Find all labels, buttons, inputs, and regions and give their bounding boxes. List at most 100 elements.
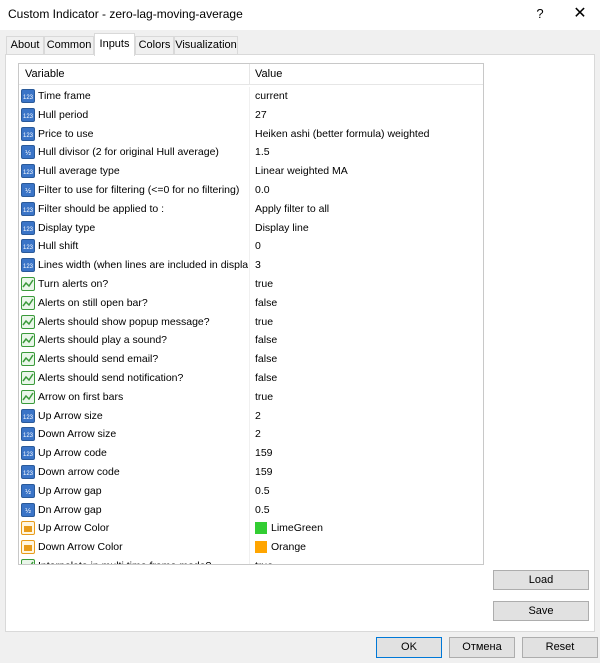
reset-button[interactable]: Reset	[522, 637, 598, 658]
bool-icon	[21, 333, 35, 348]
table-row[interactable]: 123 Hull shift 0	[19, 237, 483, 257]
table-row[interactable]: 123 Hull average type Linear weighted MA	[19, 162, 483, 181]
tab-inputs[interactable]: Inputs	[94, 33, 135, 56]
variable-value[interactable]: 0.5	[255, 504, 270, 516]
variable-name: Up Arrow code	[38, 447, 107, 460]
row-divider	[249, 350, 250, 369]
variable-value[interactable]: current	[255, 90, 288, 102]
table-row[interactable]: Down Arrow Color Orange	[19, 538, 483, 557]
variable-value[interactable]: true	[255, 391, 273, 403]
tab-colors[interactable]: Colors	[135, 36, 174, 54]
row-divider	[249, 462, 250, 482]
variable-value[interactable]: false	[255, 372, 277, 384]
variable-value[interactable]: true	[255, 316, 273, 328]
table-row[interactable]: 123 Hull period 27	[19, 105, 483, 125]
variable-value[interactable]: Heiken ashi (better formula) weighted	[255, 128, 430, 140]
variable-value[interactable]: 2	[255, 428, 261, 440]
int-icon: 123	[21, 164, 35, 179]
table-row[interactable]: Alerts should send email? false	[19, 350, 483, 369]
column-header-variable[interactable]: Variable	[25, 68, 65, 80]
table-row[interactable]: Alerts should send notification? false	[19, 368, 483, 388]
variable-value[interactable]: 0	[255, 240, 261, 252]
table-row[interactable]: 123 Down Arrow size 2	[19, 425, 483, 445]
variable-name: Dn Arrow gap	[38, 503, 102, 516]
row-divider	[249, 481, 250, 501]
variable-value[interactable]: Orange	[271, 541, 306, 553]
close-icon[interactable]: ✕	[560, 0, 600, 30]
column-divider[interactable]	[249, 64, 250, 84]
variable-value[interactable]: false	[255, 297, 277, 309]
table-row[interactable]: 123 Price to use Heiken ashi (better formu…	[19, 124, 483, 144]
variable-value[interactable]: false	[255, 353, 277, 365]
svg-text:½: ½	[25, 187, 31, 195]
row-divider	[249, 237, 250, 257]
variable-value[interactable]: 0.5	[255, 485, 270, 497]
variable-value[interactable]: Linear weighted MA	[255, 165, 348, 177]
help-icon[interactable]: ?	[520, 0, 560, 30]
column-header-value[interactable]: Value	[255, 68, 282, 80]
tab-about[interactable]: About	[6, 36, 44, 54]
row-divider	[249, 500, 250, 520]
table-row[interactable]: 123 Up Arrow code 159	[19, 444, 483, 463]
tab-strip: About Common Inputs Colors Visualization	[0, 33, 600, 56]
grid-rows: 123 Time frame current 123 Hull period 27 123 P…	[19, 87, 483, 564]
svg-text:123: 123	[23, 95, 34, 101]
save-button[interactable]: Save	[493, 601, 589, 621]
color-swatch[interactable]	[255, 541, 267, 554]
color-swatch[interactable]	[255, 522, 267, 535]
tab-common[interactable]: Common	[44, 36, 94, 54]
bool-icon	[21, 314, 35, 329]
table-row[interactable]: Arrow on first bars true	[19, 387, 483, 407]
int-icon: 123	[21, 427, 35, 442]
table-row[interactable]: Interpolate in multi time frame mode? tru…	[19, 556, 483, 564]
table-row[interactable]: ½ Filter to use for filtering (<=0 for no…	[19, 180, 483, 200]
tab-visualization[interactable]: Visualization	[174, 36, 238, 54]
svg-text:123: 123	[23, 452, 34, 458]
table-row[interactable]: 123 Time frame current	[19, 87, 483, 106]
ok-button[interactable]: OK	[376, 637, 442, 658]
variable-value[interactable]: true	[255, 560, 273, 564]
table-row[interactable]: ½ Dn Arrow gap 0.5	[19, 500, 483, 520]
bool-icon	[21, 370, 35, 385]
table-row[interactable]: 123 Filter should be applied to : Apply fi…	[19, 199, 483, 219]
svg-text:123: 123	[23, 415, 34, 421]
variable-value[interactable]: 159	[255, 466, 273, 478]
table-row[interactable]: 123 Down arrow code 159	[19, 462, 483, 482]
row-divider	[249, 87, 250, 106]
variable-value[interactable]: 1.5	[255, 146, 270, 158]
double-icon: ½	[21, 502, 35, 517]
table-row[interactable]: Turn alerts on? true	[19, 274, 483, 294]
bool-icon	[21, 352, 35, 367]
variable-name: Hull shift	[38, 240, 79, 253]
svg-text:123: 123	[23, 227, 34, 233]
table-row[interactable]: 123 Display type Display line	[19, 218, 483, 238]
table-row[interactable]: Up Arrow Color LimeGreen	[19, 519, 483, 539]
variable-value[interactable]: Apply filter to all	[255, 203, 329, 215]
variable-value[interactable]: 0.0	[255, 184, 270, 196]
table-row[interactable]: Alerts on still open bar? false	[19, 293, 483, 313]
bool-icon	[21, 295, 35, 310]
bool-icon	[21, 276, 35, 291]
variable-value[interactable]: Display line	[255, 222, 309, 234]
variable-value[interactable]: false	[255, 334, 277, 346]
bool-icon	[21, 389, 35, 404]
variable-name: Up Arrow Color	[38, 522, 110, 535]
cancel-button[interactable]: Отмена	[449, 637, 515, 658]
variable-value[interactable]: 159	[255, 447, 273, 459]
double-icon: ½	[21, 182, 35, 197]
variable-value[interactable]: LimeGreen	[271, 522, 323, 534]
table-row[interactable]: ½ Hull divisor (2 for original Hull avera…	[19, 143, 483, 163]
variable-value[interactable]: true	[255, 278, 273, 290]
load-button[interactable]: Load	[493, 570, 589, 590]
table-row[interactable]: ½ Up Arrow gap 0.5	[19, 481, 483, 501]
table-row[interactable]: 123 Lines width (when lines are included …	[19, 256, 483, 275]
variable-value[interactable]: 3	[255, 259, 261, 271]
variable-value[interactable]: 2	[255, 410, 261, 422]
table-row[interactable]: Alerts should show popup message? true	[19, 312, 483, 332]
table-row[interactable]: 123 Up Arrow size 2	[19, 406, 483, 426]
variable-value[interactable]: 27	[255, 109, 267, 121]
table-row[interactable]: Alerts should play a sound? false	[19, 331, 483, 351]
row-divider	[249, 312, 250, 332]
variable-name: Arrow on first bars	[38, 390, 124, 403]
inputs-grid: Variable Value 123 Time frame current 123 Hu…	[18, 63, 484, 565]
